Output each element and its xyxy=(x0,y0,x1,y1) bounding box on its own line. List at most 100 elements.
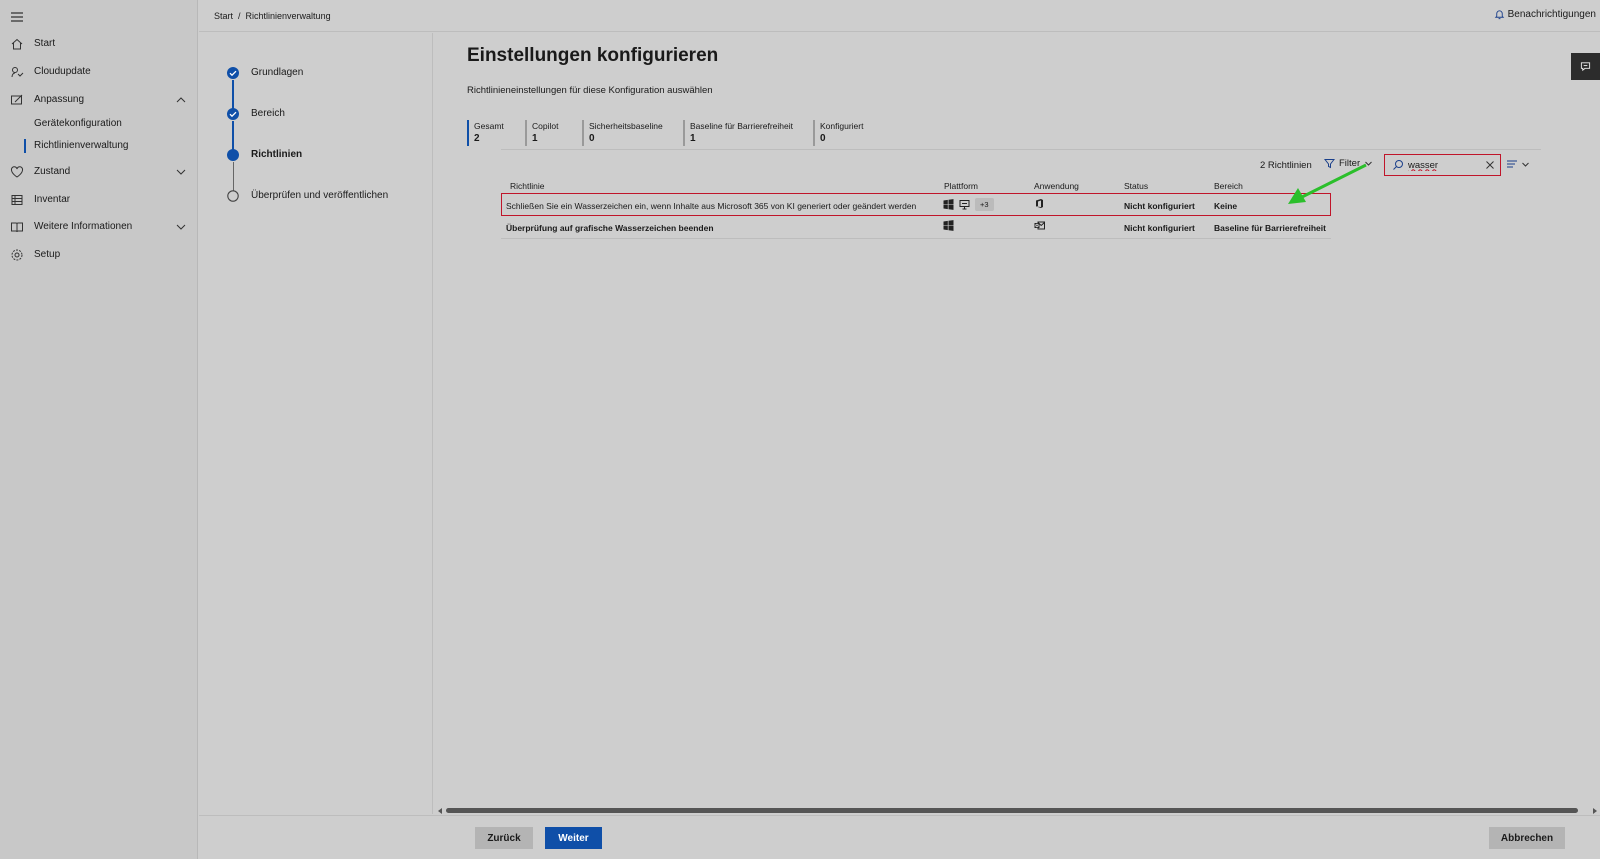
customize-icon xyxy=(11,94,23,105)
cancel-button[interactable]: Abbrechen xyxy=(1489,827,1565,849)
chevron-down-icon xyxy=(1522,162,1529,167)
scroll-right-arrow-icon[interactable] xyxy=(1592,808,1598,814)
column-header-status[interactable]: Status xyxy=(1124,181,1148,191)
nav-subitem-label: Gerätekonfiguration xyxy=(34,118,122,129)
check-circle-icon xyxy=(227,67,239,79)
notifications-button[interactable]: Benachrichtigungen xyxy=(1494,9,1596,20)
tab-count: 0 xyxy=(589,133,595,144)
scope-cell: Baseline für Barrierefreiheit xyxy=(1214,223,1326,233)
breadcrumb-separator: / xyxy=(238,11,241,21)
table-header: Richtlinie Plattform Anwendung Status Be… xyxy=(501,181,1331,193)
filter-button[interactable]: Filter xyxy=(1324,158,1373,169)
tab-label: Sicherheitsbaseline xyxy=(589,121,663,131)
step-label: Bereich xyxy=(251,108,285,119)
main-content: Einstellungen konfigurieren Richtliniene… xyxy=(434,33,1600,814)
nav-item-setup[interactable]: Setup xyxy=(0,244,198,266)
nav-item-anpassung[interactable]: Anpassung xyxy=(0,89,198,111)
next-button[interactable]: Weiter xyxy=(545,827,602,849)
divider xyxy=(501,149,1541,150)
status-cell: Nicht konfiguriert xyxy=(1124,201,1195,211)
tab-indicator xyxy=(467,120,469,146)
platform-icons: +3 xyxy=(943,198,994,211)
policy-name[interactable]: Überprüfung auf grafische Wasserzeichen … xyxy=(506,223,714,233)
search-input[interactable] xyxy=(1408,158,1478,172)
filter-icon xyxy=(1324,159,1335,169)
notifications-label: Benachrichtigungen xyxy=(1507,9,1596,20)
tab-label: Konfiguriert xyxy=(820,121,864,131)
tab-indicator xyxy=(683,120,685,146)
column-options-button[interactable] xyxy=(1506,159,1530,169)
status-cell: Nicht konfiguriert xyxy=(1124,223,1195,233)
breadcrumb: Start / Richtlinienverwaltung xyxy=(214,11,331,21)
top-header: Start / Richtlinienverwaltung Benachrichti… xyxy=(199,0,1600,32)
clear-search-icon[interactable] xyxy=(1485,160,1495,170)
tab-indicator xyxy=(582,120,584,146)
chevron-up-icon xyxy=(176,97,186,103)
nav-item-weitere-informationen[interactable]: Weitere Informationen xyxy=(0,216,198,238)
gear-icon xyxy=(11,249,23,261)
nav-subitem-label: Richtlinienverwaltung xyxy=(34,140,129,151)
tab-label: Copilot xyxy=(532,121,559,131)
search-box[interactable] xyxy=(1384,154,1501,176)
application-icons xyxy=(1034,220,1045,231)
tab-label: Gesamt xyxy=(474,121,504,131)
nav-item-cloudupdate[interactable]: Cloudupdate xyxy=(0,61,198,83)
nav-item-label: Inventar xyxy=(34,194,71,205)
tab-baseline-barrierefreiheit[interactable]: Baseline für Barrierefreiheit 1 xyxy=(683,120,793,146)
nav-item-inventar[interactable]: Inventar xyxy=(0,189,198,211)
wizard-steps: Grundlagen Bereich Richtlinien Überprüfe… xyxy=(199,33,433,814)
column-header-plattform[interactable]: Plattform xyxy=(944,181,978,191)
wizard-footer: Zurück Weiter Abbrechen xyxy=(199,815,1600,859)
column-header-richtlinie[interactable]: Richtlinie xyxy=(510,181,545,191)
breadcrumb-item-current: Richtlinienverwaltung xyxy=(245,11,331,21)
inventory-icon xyxy=(11,195,23,205)
policy-name[interactable]: Schließen Sie ein Wasserzeichen ein, wen… xyxy=(506,201,916,211)
nav-item-label: Weitere Informationen xyxy=(34,221,133,232)
nav-item-label: Anpassung xyxy=(34,94,85,105)
nav-item-zustand[interactable]: Zustand xyxy=(0,161,198,183)
tab-count: 1 xyxy=(690,133,696,144)
table-row[interactable]: Überprüfung auf grafische Wasserzeichen … xyxy=(501,216,1331,239)
cloud-update-icon xyxy=(11,67,24,78)
step-label: Grundlagen xyxy=(251,67,304,78)
left-navigation: Start Cloudupdate Anpassung Gerätekonfig… xyxy=(0,0,198,859)
scroll-left-arrow-icon[interactable] xyxy=(437,808,443,814)
scrollbar-thumb[interactable] xyxy=(446,808,1578,813)
more-platforms-badge[interactable]: +3 xyxy=(975,198,994,211)
tab-indicator xyxy=(813,120,815,146)
back-button[interactable]: Zurück xyxy=(475,827,533,849)
filter-label: Filter xyxy=(1339,158,1361,169)
step-connector xyxy=(232,121,234,150)
platform-icons xyxy=(943,220,954,231)
tab-copilot[interactable]: Copilot 1 xyxy=(525,120,558,146)
empty-circle-icon xyxy=(227,190,239,202)
nav-subitem-richtlinienverwaltung[interactable]: Richtlinienverwaltung xyxy=(0,137,198,155)
nav-item-label: Zustand xyxy=(34,166,71,177)
tab-sicherheitsbaseline[interactable]: Sicherheitsbaseline 0 xyxy=(582,120,663,146)
chevron-down-icon xyxy=(176,169,186,175)
nav-item-label: Cloudupdate xyxy=(34,66,91,77)
tab-konfiguriert[interactable]: Konfiguriert 0 xyxy=(813,120,863,146)
step-label: Überprüfen und veröffentlichen xyxy=(251,190,389,201)
column-header-bereich[interactable]: Bereich xyxy=(1214,181,1243,191)
breadcrumb-item-start[interactable]: Start xyxy=(214,11,233,21)
application-icons xyxy=(1034,198,1045,209)
windows-icon xyxy=(943,199,954,210)
list-options-icon xyxy=(1507,160,1517,168)
outlook-icon xyxy=(1034,221,1045,230)
tab-count: 0 xyxy=(820,133,826,144)
bell-icon xyxy=(1494,10,1504,20)
page-subtitle: Richtlinieneinstellungen für diese Konfi… xyxy=(467,85,713,96)
nav-item-start[interactable]: Start xyxy=(0,33,198,55)
policy-table: Richtlinie Plattform Anwendung Status Be… xyxy=(501,181,1331,239)
tab-gesamt[interactable]: Gesamt 2 xyxy=(467,120,504,146)
table-row[interactable]: Schließen Sie ein Wasserzeichen ein, wen… xyxy=(501,193,1331,216)
nav-item-label: Setup xyxy=(34,249,61,260)
step-connector xyxy=(232,80,234,109)
hamburger-menu-icon[interactable] xyxy=(10,10,24,24)
column-header-anwendung[interactable]: Anwendung xyxy=(1034,181,1079,191)
windows-icon xyxy=(943,220,954,231)
search-icon xyxy=(1393,160,1403,170)
nav-subitem-geraetekonfiguration[interactable]: Gerätekonfiguration xyxy=(0,115,198,133)
tab-count: 2 xyxy=(474,133,480,144)
